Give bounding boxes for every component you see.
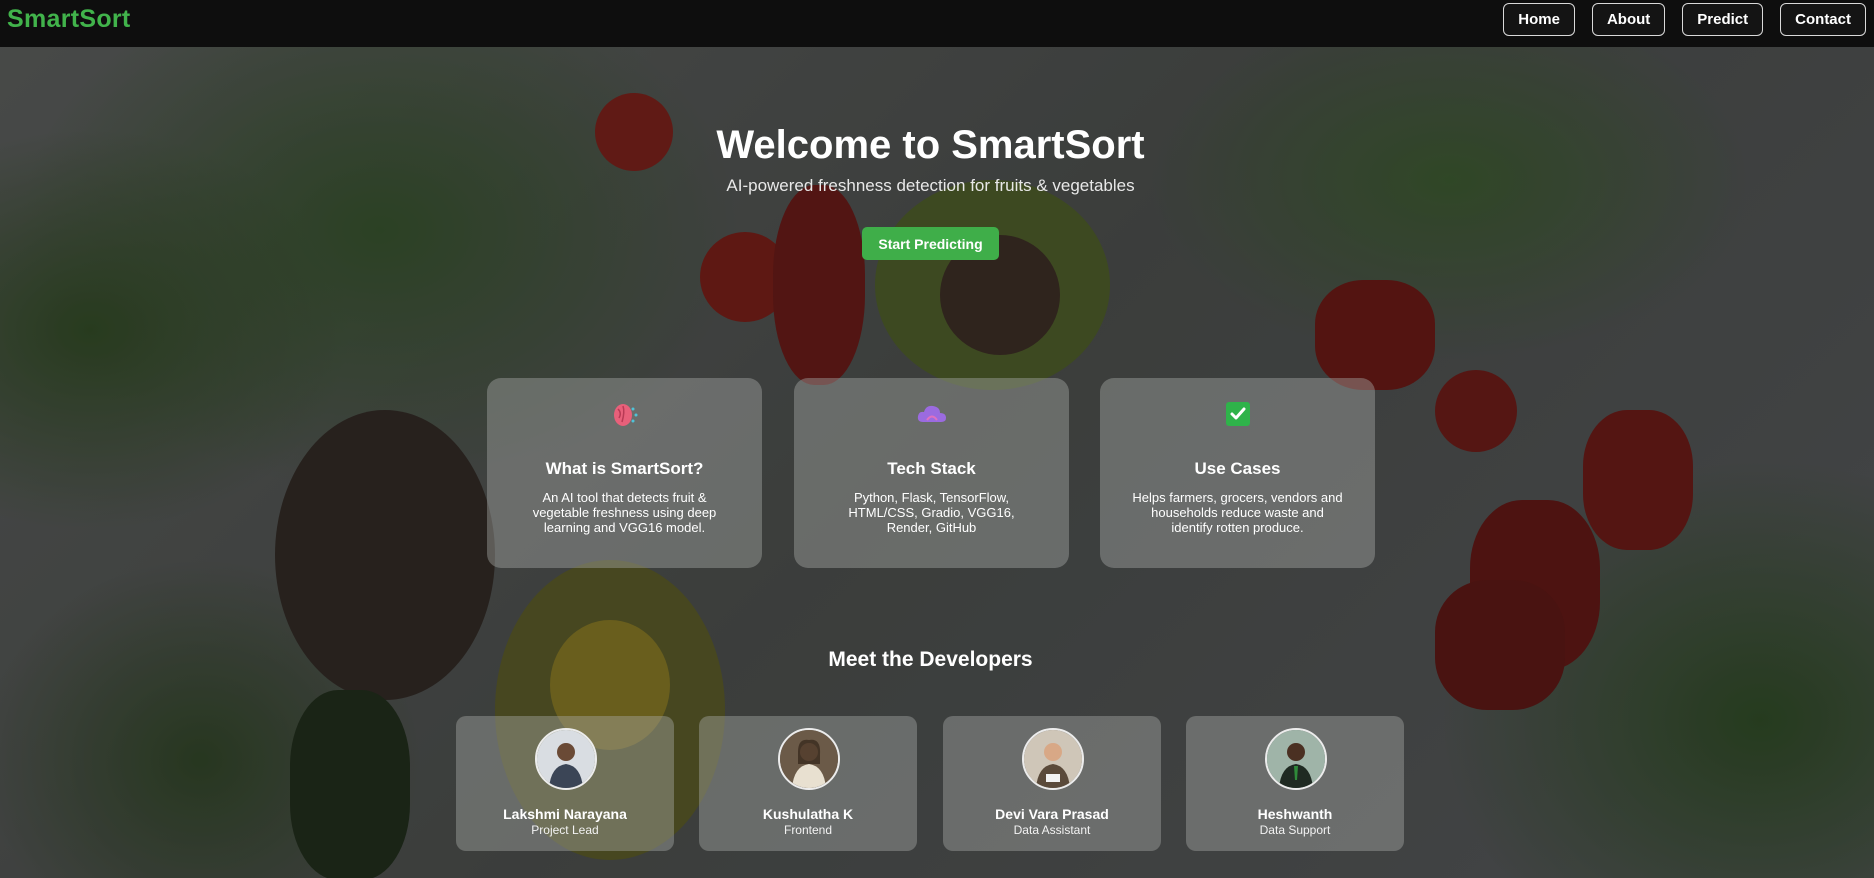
- developer-role: Project Lead: [531, 823, 599, 837]
- developer-card: Heshwanth Data Support: [1186, 716, 1404, 851]
- brain-icon: [487, 400, 762, 430]
- card-title: Use Cases: [1194, 459, 1281, 478]
- nav-predict-button[interactable]: Predict: [1682, 3, 1764, 36]
- avatar: [535, 728, 597, 790]
- avatar: [1022, 728, 1084, 790]
- start-predicting-button[interactable]: Start Predicting: [862, 227, 999, 260]
- developer-name: Heshwanth: [1257, 806, 1333, 822]
- nav-home-button[interactable]: Home: [1503, 3, 1575, 36]
- feature-card-about: What is SmartSort? An AI tool that detec…: [487, 378, 762, 568]
- hero-title: Welcome to SmartSort: [716, 123, 1145, 167]
- developer-role: Data Support: [1259, 823, 1331, 837]
- cloud-icon: [794, 400, 1069, 430]
- developer-role: Frontend: [783, 823, 833, 837]
- team-section-title: Meet the Developers: [828, 648, 1033, 671]
- developer-name: Kushulatha K: [762, 806, 854, 822]
- feature-card-use-cases: Use Cases Helps farmers, grocers, vendor…: [1100, 378, 1375, 568]
- avatar: [1265, 728, 1327, 790]
- brand-logo[interactable]: SmartSort: [7, 5, 131, 34]
- developer-role: Data Assistant: [1013, 823, 1091, 837]
- check-icon: [1100, 400, 1375, 430]
- developer-card: Kushulatha K Frontend: [699, 716, 917, 851]
- card-description: An AI tool that detects fruit & vegetabl…: [532, 490, 717, 535]
- avatar: [778, 728, 840, 790]
- nav-menu: Home About Predict Contact: [1503, 3, 1866, 36]
- card-title: What is SmartSort?: [545, 459, 704, 478]
- card-description: Python, Flask, TensorFlow, HTML/CSS, Gra…: [848, 490, 1015, 535]
- hero-subtitle: AI-powered freshness detection for fruit…: [726, 176, 1135, 195]
- feature-card-tech-stack: Tech Stack Python, Flask, TensorFlow, HT…: [794, 378, 1069, 568]
- developer-card: Lakshmi Narayana Project Lead: [456, 716, 674, 851]
- nav-about-button[interactable]: About: [1591, 3, 1666, 36]
- card-description: Helps farmers, grocers, vendors and hous…: [1132, 490, 1343, 535]
- card-title: Tech Stack: [887, 459, 976, 478]
- developer-name: Devi Vara Prasad: [995, 806, 1109, 822]
- nav-contact-button[interactable]: Contact: [1780, 3, 1866, 36]
- top-navbar: SmartSort Home About Predict Contact: [0, 0, 1874, 47]
- developer-card: Devi Vara Prasad Data Assistant: [943, 716, 1161, 851]
- developer-name: Lakshmi Narayana: [503, 806, 627, 822]
